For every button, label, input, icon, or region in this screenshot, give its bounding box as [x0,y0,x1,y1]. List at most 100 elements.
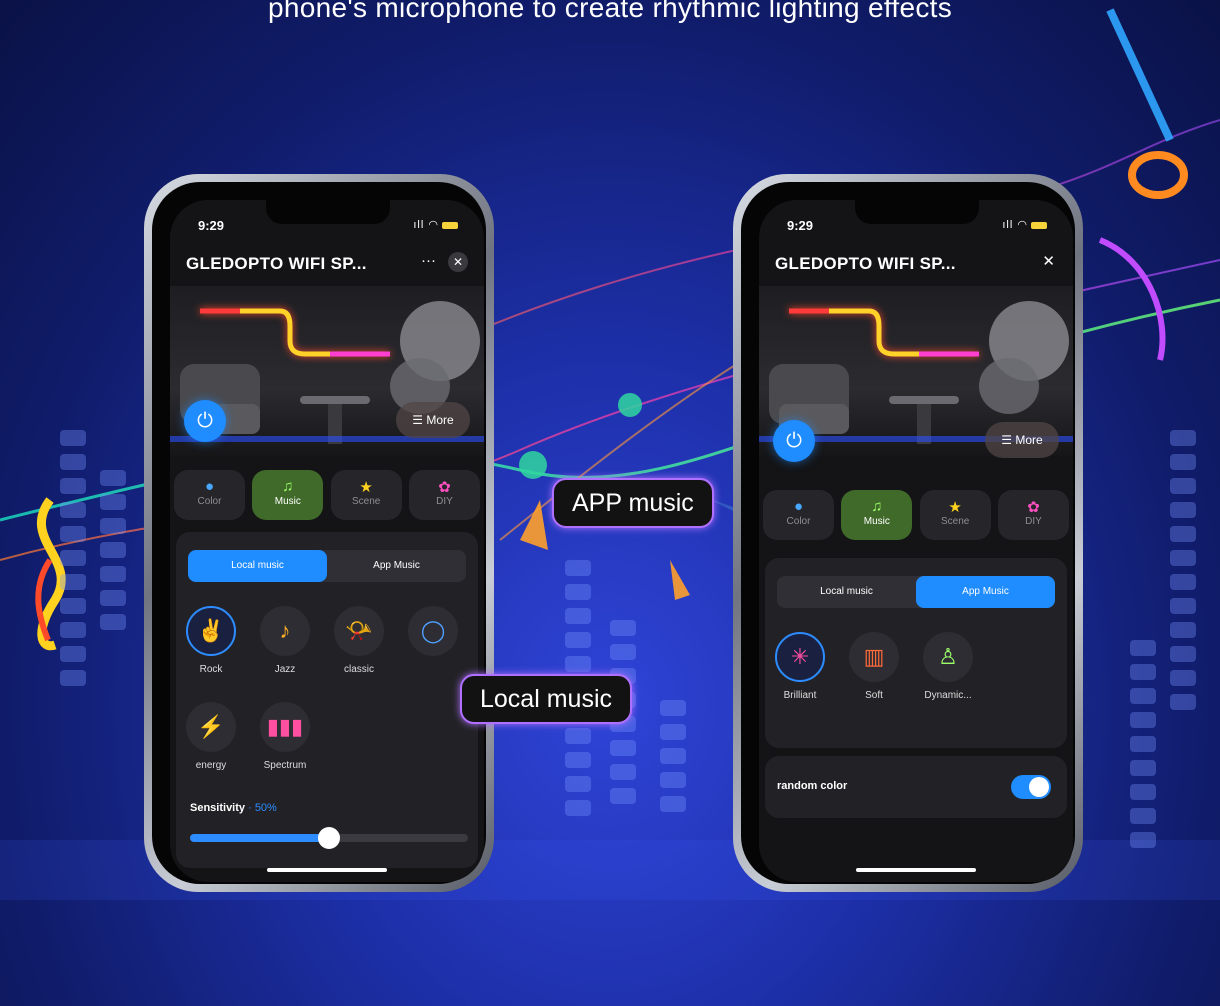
notch [855,200,979,224]
color-icon: ● [793,498,804,515]
tab-diy[interactable]: ✿ DIY [997,490,1069,540]
effect-label: Soft [865,690,883,701]
status-time: 9:29 [787,218,814,233]
tab-label: Color [197,496,222,507]
effect-spectrum[interactable]: ▮▮▮ Spectrum [255,702,315,771]
app-title: GLEDOPTO WIFI SP... [186,254,367,273]
tab-label: Scene [351,496,381,507]
harp-icon: ♪ [260,606,310,656]
status-icons: ıll ◠ [1002,218,1047,231]
tab-music[interactable]: ♫ Music [841,490,913,540]
tab-color[interactable]: ● Color [763,490,834,540]
signal-icon: ıll [413,219,425,231]
local-music-button[interactable]: Local music [777,576,916,608]
app-music-button[interactable]: App Music [916,576,1055,608]
power-button[interactable]: ⏻ [184,400,226,442]
sensitivity-text: Sensitivity [190,802,246,814]
slider-knob[interactable] [318,827,340,849]
more-button[interactable]: ☰ More [396,402,470,438]
power-button[interactable]: ⏻ [773,420,815,462]
local-music-callout: Local music [460,674,632,724]
lightning-icon: ⚡ [186,702,236,752]
effect-label: energy [195,760,227,771]
app-music-callout: APP music [552,478,714,528]
tab-color[interactable]: ● Color [174,470,245,520]
tab-label: Scene [940,516,970,527]
effect-label: Rock [199,664,223,675]
more-label: More [1015,433,1043,447]
mode-tabs: ● Color ♫ Music ★ Scene ✿ DIY [763,490,1069,542]
effect-dynamic[interactable]: ♙ Dynamic... [918,632,978,701]
tab-label: Color [786,516,811,527]
right-phone-screen: 9:29 ıll ◠ GLEDOPTO WIFI SP... ✕ ⏻ ☰ Mor… [759,200,1073,882]
effect-rock[interactable]: ✌ Rock [181,606,241,675]
music-source-toggle: Local music App Music [188,550,466,582]
tab-diy[interactable]: ✿ DIY [408,470,480,520]
left-phone: 9:29 ıll ◠ GLEDOPTO WIFI SP... ··· ✕ ⏻ ☰… [144,174,494,892]
tab-label: DIY [1025,516,1042,527]
effect-label: classic [343,664,374,675]
close-button[interactable]: ✕ [1042,252,1055,270]
wifi-icon: ◠ [1017,219,1028,231]
ring-icon: ◯ [408,606,458,656]
slider-fill [190,834,329,842]
sensitivity-value: · 50% [248,802,277,814]
palette-icon: ✿ [438,479,451,496]
soft-icon: ▥ [849,632,899,682]
toggle-knob [1029,777,1049,797]
effect-partial[interactable]: ◯ [403,606,463,664]
tab-scene[interactable]: ★ Scene [919,490,991,540]
local-music-button[interactable]: Local music [188,550,327,582]
status-icons: ıll ◠ [413,218,458,231]
effect-energy[interactable]: ⚡ energy [181,702,241,771]
effect-label: Jazz [274,664,296,675]
sensitivity-slider[interactable] [190,827,468,849]
random-color-toggle[interactable] [1011,775,1051,799]
random-color-label: random color [777,780,848,792]
close-icon: ✕ [448,252,468,272]
power-icon: ⏻ [197,410,213,432]
music-panel: Local music App Music ✌ Rock ♪ Jazz 📯 class… [176,532,478,868]
tab-label: DIY [436,496,453,507]
tab-label: Music [863,516,890,527]
more-menu-button[interactable]: ··· [421,252,436,269]
status-time: 9:29 [198,218,225,233]
tab-scene[interactable]: ★ Scene [330,470,402,520]
sensitivity-label: Sensitivity · 50% [190,802,277,814]
signal-icon: ıll [1002,219,1014,231]
palette-icon: ✿ [1027,499,1040,516]
effect-jazz[interactable]: ♪ Jazz [255,606,315,675]
right-phone: 9:29 ıll ◠ GLEDOPTO WIFI SP... ✕ ⏻ ☰ Mor… [733,174,1083,892]
more-label: More [426,413,454,427]
effect-soft[interactable]: ▥ Soft [844,632,904,701]
star-icon: ★ [948,499,962,516]
wifi-icon: ◠ [428,219,439,231]
effect-label: Spectrum [263,760,307,771]
spectrum-icon: ▮▮▮ [260,702,310,752]
battery-icon [442,221,458,229]
close-button[interactable]: ✕ [448,252,468,272]
star-icon: ★ [359,479,373,496]
music-note-icon [1128,151,1188,199]
app-title: GLEDOPTO WIFI SP... [775,254,956,273]
music-source-toggle: Local music App Music [777,576,1055,608]
left-phone-screen: 9:29 ıll ◠ GLEDOPTO WIFI SP... ··· ✕ ⏻ ☰… [170,200,484,882]
random-color-panel: random color [765,756,1067,818]
app-music-button[interactable]: App Music [327,550,466,582]
notch [266,200,390,224]
headline: phone's microphone to create rhythmic li… [267,0,953,23]
home-indicator [856,868,976,872]
effect-label: Dynamic... [924,690,972,701]
music-panel: Local music App Music ✳ Brilliant ▥ Soft ♙… [765,558,1067,748]
sliders-icon: ☰ [1001,433,1013,447]
battery-icon [1031,221,1047,229]
effect-brilliant[interactable]: ✳ Brilliant [770,632,830,701]
color-icon: ● [204,478,215,495]
mode-tabs: ● Color ♫ Music ★ Scene ✿ DIY [174,470,480,522]
music-note-icon [618,393,642,417]
horn-icon: 📯 [334,606,384,656]
tab-music[interactable]: ♫ Music [252,470,324,520]
more-button[interactable]: ☰ More [985,422,1059,458]
tab-label: Music [274,496,301,507]
effect-classic[interactable]: 📯 classic [329,606,389,675]
